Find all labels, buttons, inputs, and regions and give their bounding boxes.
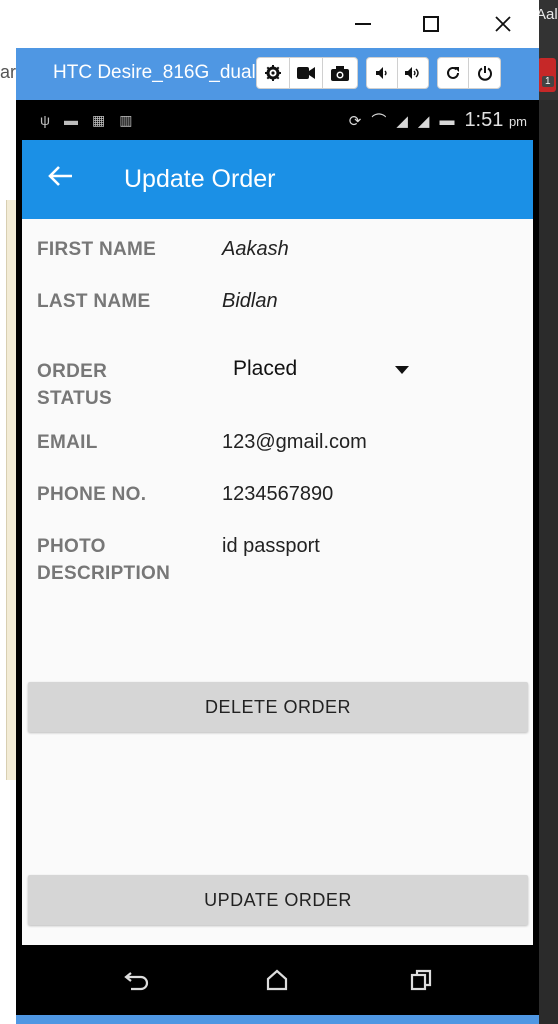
back-icon [124, 972, 149, 991]
device-name: HTC Desire_816G_dual [53, 62, 255, 83]
close-icon [495, 16, 511, 32]
background-notification-badge: 1 [538, 58, 556, 92]
page-title: Update Order [124, 165, 276, 193]
photo-description-label: PHOTO DESCRIPTION [37, 533, 170, 587]
power-button[interactable] [469, 58, 500, 88]
rotation-icon: ⟳ [348, 112, 362, 130]
delete-order-button[interactable]: DELETE ORDER [28, 682, 528, 732]
rotate-button[interactable] [438, 58, 470, 88]
usb-icon: ψ [40, 112, 50, 128]
emulator-bottom-strip [16, 1015, 539, 1024]
order-status-label-line1: ORDER [37, 361, 108, 382]
signal-icon: ◢ [396, 112, 408, 130]
screen: ar Aal 1 HTC Desire_816G_dual ψ ▬ ▦ ▥ ⟳ … [0, 0, 558, 1024]
time-ampm: pm [508, 114, 527, 129]
close-button[interactable] [486, 8, 520, 40]
battery-icon: ▬ [439, 112, 455, 129]
minimize-button[interactable] [346, 8, 380, 40]
video-camera-icon [297, 67, 315, 79]
toolbar-group-volume [366, 57, 429, 89]
volume-down-icon [375, 67, 387, 79]
home-icon [266, 969, 288, 991]
order-status-label: ORDER STATUS [37, 358, 112, 412]
rotate-icon [447, 66, 460, 79]
recent-apps-icon [410, 969, 432, 991]
screenshot-button[interactable] [323, 58, 356, 88]
app-notification-icon: ▦ [91, 112, 106, 128]
gear-icon [265, 65, 281, 81]
status-time: 1:51 pm [464, 109, 527, 132]
update-order-button[interactable]: UPDATE ORDER [28, 875, 528, 925]
back-arrow-button[interactable] [48, 162, 74, 194]
photo-description-value: id passport [222, 535, 320, 557]
power-icon [477, 66, 492, 81]
nav-recent-apps-button[interactable] [406, 965, 436, 995]
status-bar-notifications: ψ ▬ ▦ ▥ [40, 112, 132, 129]
volume-up-button[interactable] [398, 58, 428, 88]
nav-home-button[interactable] [262, 965, 292, 995]
first-name-label: FIRST NAME [37, 239, 157, 260]
minimize-icon [355, 23, 371, 25]
maximize-icon [423, 16, 439, 32]
toolbar-group-power [437, 57, 501, 89]
record-button[interactable] [290, 58, 323, 88]
emulator-toolbar: HTC Desire_816G_dual [16, 48, 539, 100]
toolbar-group-capture [256, 57, 358, 89]
badge-count: 1 [542, 76, 554, 87]
dropdown-arrow-icon [395, 366, 409, 374]
photo-label-line2: DESCRIPTION [37, 563, 171, 584]
email-label: EMAIL [37, 432, 98, 453]
status-bar-system: ⟳ ⌒ ◢ ◢ ▬ 1:51 pm [349, 109, 527, 132]
camera-icon [330, 65, 349, 81]
order-form: FIRST NAME Aakash LAST NAME Bidlan ORDER… [22, 219, 533, 945]
android-nav-bar [18, 945, 537, 1015]
phone-label: PHONE NO. [37, 484, 147, 505]
wifi-icon: ⌒ [371, 113, 387, 130]
maximize-button[interactable] [414, 8, 448, 40]
app-bar: Update Order [22, 140, 533, 219]
signal-icon-2: ◢ [417, 112, 430, 130]
order-status-selected: Placed [233, 357, 298, 380]
barcode-icon: ▥ [119, 112, 133, 128]
android-status-bar: ψ ▬ ▦ ▥ ⟳ ⌒ ◢ ◢ ▬ 1:51 pm [18, 100, 537, 140]
last-name-value: Bidlan [222, 290, 278, 312]
email-value: 123@gmail.com [222, 431, 367, 453]
arrow-left-icon [48, 166, 72, 186]
background-text-fragment: ar [0, 62, 17, 82]
order-status-dropdown[interactable]: Placed [222, 357, 422, 389]
background-window-right: Aal 1 [536, 0, 558, 100]
first-name-value: Aakash [222, 238, 289, 260]
volume-up-icon [404, 67, 419, 79]
phone-value: 1234567890 [222, 483, 334, 505]
nav-back-button[interactable] [122, 965, 152, 995]
volume-down-button[interactable] [367, 58, 398, 88]
background-text-fragment-right: Aal [536, 6, 558, 23]
order-status-label-line2: STATUS [37, 388, 112, 409]
photo-label-line1: PHOTO [37, 536, 106, 557]
emulator-window: HTC Desire_816G_dual ψ ▬ ▦ ▥ ⟳ ⌒ ◢ ◢ ▬ 1… [16, 0, 539, 1024]
settings-button[interactable] [257, 58, 290, 88]
time-text: 1:51 [464, 109, 504, 131]
keyboard-icon: ▬ [63, 112, 78, 128]
window-titlebar [16, 0, 539, 48]
last-name-label: LAST NAME [37, 291, 151, 312]
